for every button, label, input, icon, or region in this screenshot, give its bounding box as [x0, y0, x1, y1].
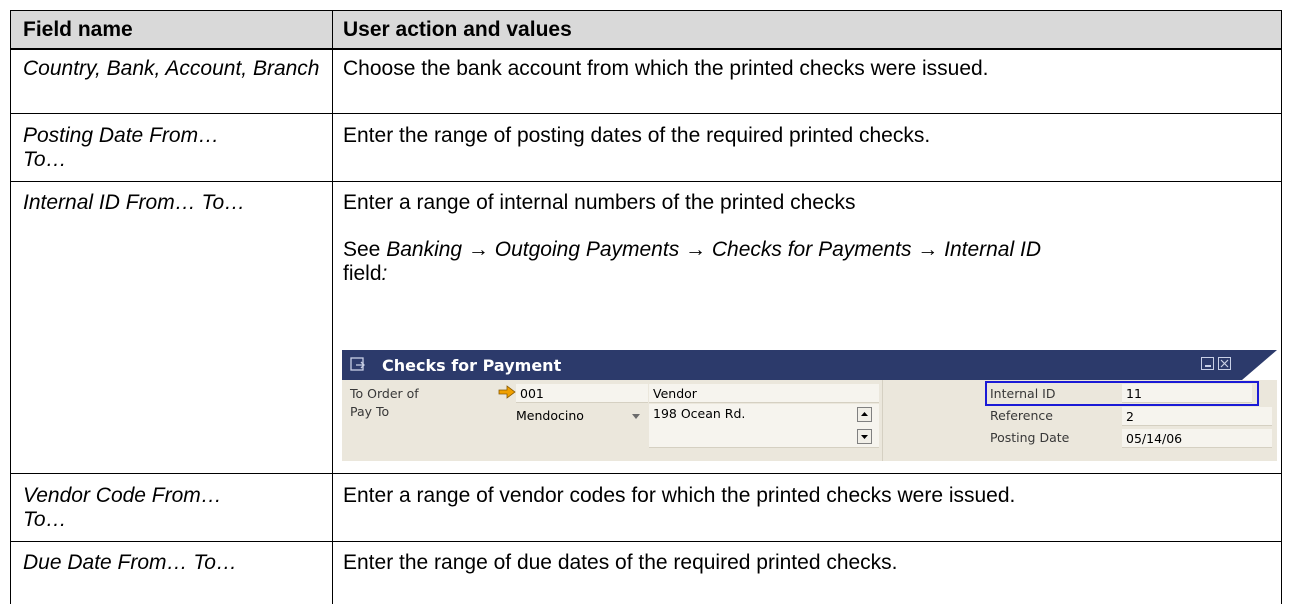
row-field-posting-date: Posting Date From… To…: [23, 124, 220, 171]
table-line-row1-bottom: [10, 113, 1282, 114]
window-title-bar: Checks for Payment: [342, 350, 1277, 380]
table-line-row3-bottom: [10, 473, 1282, 474]
row-field-country: Country, Bank, Account, Branch: [23, 57, 320, 80]
to-order-of-field[interactable]: 001: [516, 384, 648, 403]
table-line-top: [10, 10, 1282, 11]
close-button[interactable]: [1218, 357, 1231, 370]
see-menu-path: Banking → Outgoing Payments → Checks for…: [386, 238, 1041, 261]
table-line-row4-bottom: [10, 541, 1282, 542]
reference-field[interactable]: 2: [1122, 407, 1272, 426]
chevron-down-icon: [632, 414, 640, 419]
scroll-up-button[interactable]: [857, 407, 872, 422]
form-icon: [350, 357, 365, 371]
see-suffix-colon: :: [381, 262, 388, 285]
table-line-header-bottom: [10, 48, 1282, 50]
scroll-down-button[interactable]: [857, 429, 872, 444]
see-reference-line: See Banking → Outgoing Payments → Checks…: [343, 238, 1268, 262]
pay-to-label: Pay To: [350, 404, 390, 419]
pay-to-select[interactable]: Mendocino: [512, 404, 647, 426]
row-action-vendor-code: Enter a range of vendor codes for which …: [343, 484, 1016, 507]
internal-id-highlight-box: [985, 381, 1259, 406]
pay-to-value: Mendocino: [516, 408, 584, 423]
checks-for-payment-window: Checks for Payment To Order of 001 Vendo…: [342, 350, 1277, 461]
reference-label: Reference: [990, 408, 1053, 423]
window-corner: [1242, 350, 1277, 380]
table-line-divider: [332, 10, 333, 604]
header-field-name: Field name: [23, 18, 133, 41]
window-body: To Order of 001 Vendor Pay To Mendocino …: [342, 380, 1277, 461]
see-suffix-word: field: [343, 262, 382, 285]
address-field[interactable]: 198 Ocean Rd.: [649, 404, 879, 448]
scroll-up-icon: [861, 412, 868, 416]
minimize-icon: [1205, 365, 1211, 367]
orange-arrow-icon: [498, 385, 516, 399]
scroll-down-icon: [861, 435, 868, 439]
row-action-due-date: Enter the range of due dates of the requ…: [343, 551, 898, 574]
posting-date-field[interactable]: 05/14/06: [1122, 429, 1272, 448]
see-prefix: See: [343, 238, 387, 261]
table-line-right: [1281, 10, 1282, 604]
close-icon: [1220, 359, 1229, 368]
see-reference-suffix: field:: [343, 262, 387, 286]
row-field-internal-id: Internal ID From… To…: [23, 191, 246, 214]
table-line-left: [10, 10, 11, 604]
vendor-name-field[interactable]: Vendor: [649, 384, 879, 403]
column-separator: [882, 380, 883, 461]
posting-date-label: Posting Date: [990, 430, 1070, 445]
row-field-vendor-code: Vendor Code From… To…: [23, 484, 222, 531]
row-action-internal-id: Enter a range of internal numbers of the…: [343, 191, 856, 214]
table-line-row2-bottom: [10, 181, 1282, 182]
minimize-button[interactable]: [1201, 357, 1214, 370]
row-field-due-date: Due Date From… To…: [23, 551, 237, 574]
row-action-country: Choose the bank account from which the p…: [343, 57, 989, 80]
row-action-posting-date: Enter the range of posting dates of the …: [343, 124, 931, 147]
header-user-action: User action and values: [343, 18, 572, 41]
window-title: Checks for Payment: [382, 356, 562, 375]
table-header-bg: [10, 10, 1282, 49]
link-arrow-icon[interactable]: [498, 385, 516, 399]
field-description-table: Field name User action and values Countr…: [10, 10, 1282, 604]
to-order-of-label: To Order of: [350, 386, 419, 401]
address-value: 198 Ocean Rd.: [653, 406, 746, 421]
